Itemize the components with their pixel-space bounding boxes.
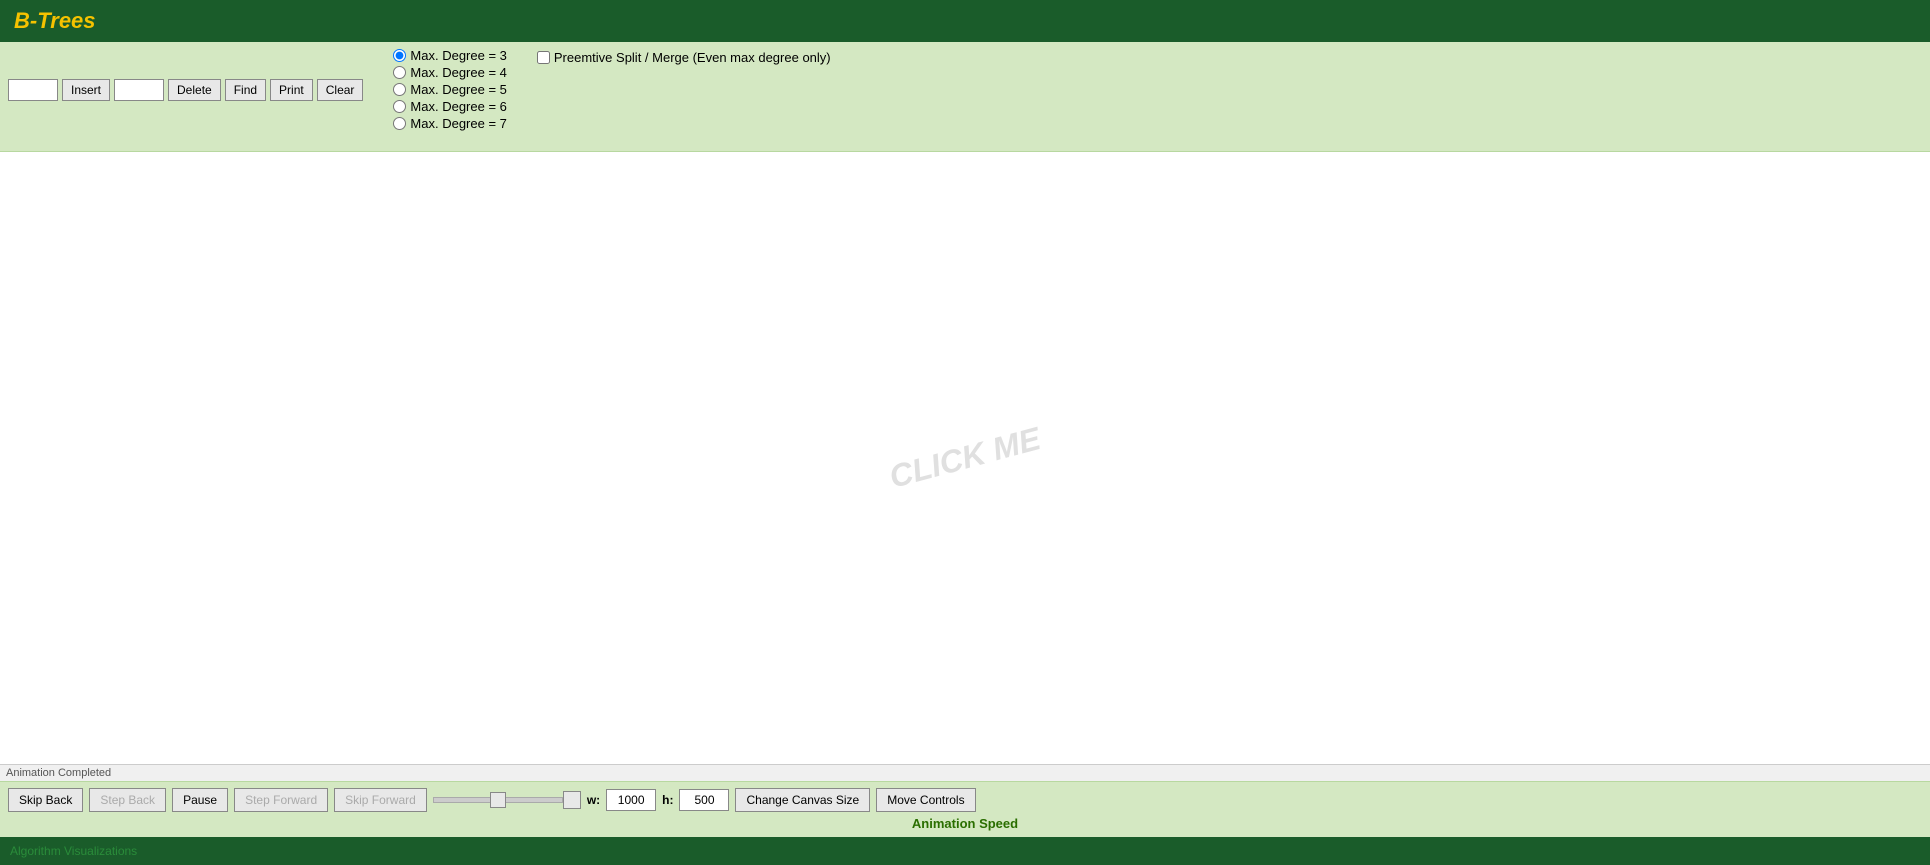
degree-and-preemtive: Max. Degree = 3 Max. Degree = 4 Max. Deg… xyxy=(393,48,830,131)
toolbar: Insert Delete Find Print Clear Max. Degr… xyxy=(0,42,1930,152)
status-text: Animation Completed xyxy=(6,767,111,779)
degree-4-text: Max. Degree = 4 xyxy=(410,65,506,80)
degree-7-label[interactable]: Max. Degree = 7 xyxy=(393,116,506,131)
speed-slider-container xyxy=(433,791,581,809)
degree-5-text: Max. Degree = 5 xyxy=(410,82,506,97)
preemtive-text: Preemtive Split / Merge (Even max degree… xyxy=(554,50,831,65)
delete-input[interactable] xyxy=(114,79,164,101)
bottom-toolbar: Skip Back Step Back Pause Step Forward S… xyxy=(0,781,1930,837)
footer: Algorithm Visualizations xyxy=(0,837,1930,865)
pause-button[interactable]: Pause xyxy=(172,788,228,812)
degree-6-label[interactable]: Max. Degree = 6 xyxy=(393,99,506,114)
degree-4-radio[interactable] xyxy=(393,66,406,79)
degree-4-label[interactable]: Max. Degree = 4 xyxy=(393,65,506,80)
move-controls-button[interactable]: Move Controls xyxy=(876,788,975,812)
skip-back-button[interactable]: Skip Back xyxy=(8,788,83,812)
degree-radio-group: Max. Degree = 3 Max. Degree = 4 Max. Deg… xyxy=(393,48,506,131)
change-canvas-button[interactable]: Change Canvas Size xyxy=(735,788,870,812)
h-label: h: xyxy=(662,793,673,807)
degree-6-text: Max. Degree = 6 xyxy=(410,99,506,114)
degree-3-radio[interactable] xyxy=(393,49,406,62)
bottom-controls: Skip Back Step Back Pause Step Forward S… xyxy=(8,788,1922,812)
insert-button[interactable]: Insert xyxy=(62,79,110,101)
speed-thumb xyxy=(563,791,581,809)
degree-7-radio[interactable] xyxy=(393,117,406,130)
print-button[interactable]: Print xyxy=(270,79,313,101)
preemtive-container: Preemtive Split / Merge (Even max degree… xyxy=(537,48,831,65)
toolbar-left: Insert Delete Find Print Clear xyxy=(8,79,363,101)
step-back-button[interactable]: Step Back xyxy=(89,788,166,812)
delete-button[interactable]: Delete xyxy=(168,79,221,101)
app-title: B-Trees xyxy=(14,8,1916,34)
find-button[interactable]: Find xyxy=(225,79,266,101)
status-bar: Animation Completed xyxy=(0,764,1930,781)
w-label: w: xyxy=(587,793,600,807)
app-header: B-Trees xyxy=(0,0,1930,42)
step-forward-button[interactable]: Step Forward xyxy=(234,788,328,812)
degree-6-radio[interactable] xyxy=(393,100,406,113)
degree-5-radio[interactable] xyxy=(393,83,406,96)
toolbar-top-row: Insert Delete Find Print Clear Max. Degr… xyxy=(8,48,831,131)
degree-3-text: Max. Degree = 3 xyxy=(410,48,506,63)
degree-7-text: Max. Degree = 7 xyxy=(410,116,506,131)
insert-input[interactable] xyxy=(8,79,58,101)
animation-speed-label: Animation Speed xyxy=(8,816,1922,831)
preemtive-checkbox[interactable] xyxy=(537,51,550,64)
footer-text: Algorithm Visualizations xyxy=(10,844,137,858)
clear-button[interactable]: Clear xyxy=(317,79,364,101)
canvas-width-input[interactable] xyxy=(606,789,656,811)
canvas-area: CLICK ME xyxy=(0,152,1930,764)
degree-3-label[interactable]: Max. Degree = 3 xyxy=(393,48,506,63)
speed-slider[interactable] xyxy=(433,797,563,803)
skip-forward-button[interactable]: Skip Forward xyxy=(334,788,427,812)
degree-5-label[interactable]: Max. Degree = 5 xyxy=(393,82,506,97)
canvas-height-input[interactable] xyxy=(679,789,729,811)
preemtive-label[interactable]: Preemtive Split / Merge (Even max degree… xyxy=(537,50,831,65)
watermark-text: CLICK ME xyxy=(886,420,1045,496)
